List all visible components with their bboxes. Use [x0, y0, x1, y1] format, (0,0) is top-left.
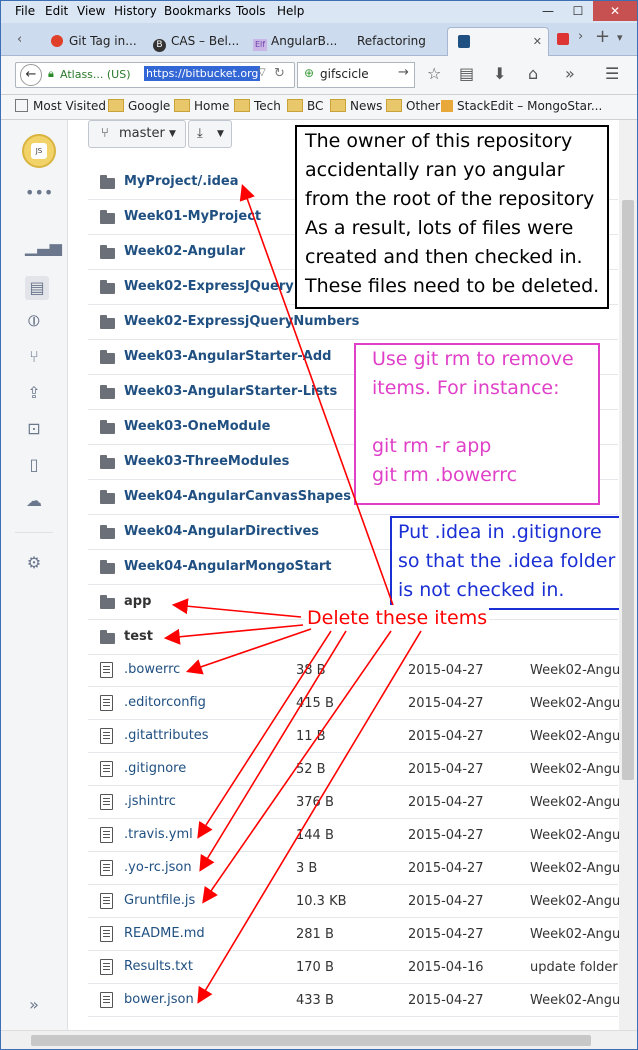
horizontal-scrollbar[interactable]	[1, 1030, 637, 1049]
arrow-to-gruntfile	[202, 630, 392, 904]
scroll-thumb[interactable]	[622, 200, 634, 780]
arrow-to-travis	[197, 630, 332, 839]
arrow-to-bower	[197, 630, 422, 1004]
vertical-scrollbar[interactable]	[619, 120, 637, 1030]
arrow-to-idea	[239, 183, 394, 606]
browser-window: File Edit View History Bookmarks Tools H…	[0, 0, 638, 1050]
arrow-to-app	[171, 598, 302, 618]
arrow-to-test	[163, 624, 304, 645]
annotation-arrows	[163, 183, 422, 1004]
scroll-thumb[interactable]	[31, 1035, 591, 1046]
arrow-to-yorc	[199, 630, 347, 872]
arrow-to-bowerrc	[185, 628, 312, 675]
